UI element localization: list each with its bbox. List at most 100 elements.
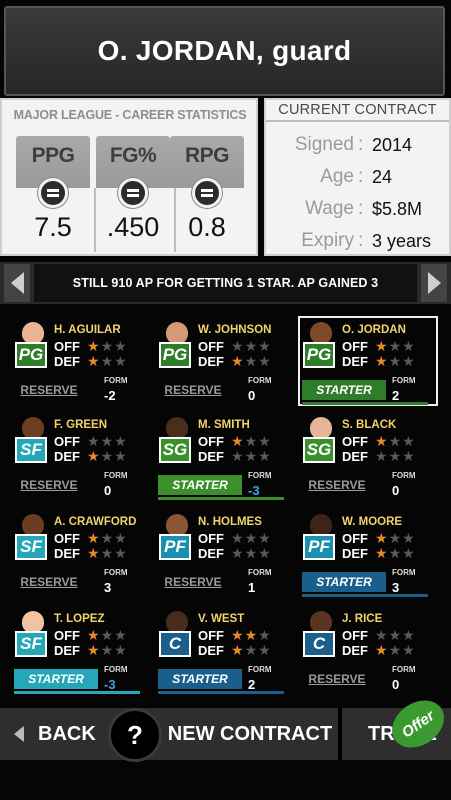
star-icon: ★ <box>375 448 389 464</box>
ap-banner: STILL 910 AP FOR GETTING 1 STAR. AP GAIN… <box>0 262 451 304</box>
player-card[interactable]: PG H. AGUILAR OFF DEF ★★★ ★★★ RESERVE FORM -2 <box>12 318 152 408</box>
form-value: -3 <box>248 483 260 498</box>
position-badge: SG <box>159 437 191 463</box>
def-rating-stars: ★★★ <box>87 449 128 463</box>
star-icon: ★ <box>258 545 272 561</box>
player-name: V. WEST <box>198 613 245 625</box>
arrow-right-icon <box>427 272 441 294</box>
career-stats-panel: MAJOR LEAGUE - CAREER STATISTICS PPG 7.5… <box>0 98 258 256</box>
contract-title: CURRENT CONTRACT <box>266 100 449 122</box>
reserve-button[interactable]: RESERVE <box>15 475 83 495</box>
reserve-button[interactable]: RESERVE <box>159 380 227 400</box>
star-icon: ★ <box>258 530 272 546</box>
contract-key: Age <box>320 166 354 187</box>
star-icon: ★ <box>402 448 416 464</box>
starter-button[interactable]: STARTER <box>302 572 386 592</box>
player-card[interactable]: SF T. LOPEZ OFF DEF ★★★ ★★★ STARTER FORM -3 <box>12 607 152 697</box>
def-rating-stars: ★★★ <box>87 643 128 657</box>
player-header: O. JORDAN, guard <box>4 6 445 96</box>
star-icon: ★ <box>114 545 128 561</box>
player-name: H. AGUILAR <box>54 324 121 336</box>
player-card[interactable]: SF A. CRAWFORD OFF DEF ★★★ ★★★ RESERVE FORM 3 <box>12 510 152 600</box>
back-arrow-icon <box>14 726 24 742</box>
star-icon: ★ <box>114 530 128 546</box>
form-value: 0 <box>392 677 400 692</box>
star-icon: ★ <box>87 448 101 464</box>
player-card[interactable]: SG S. BLACK OFF DEF ★★★ ★★★ RESERVE FORM 0 <box>300 413 440 503</box>
player-card[interactable]: PF N. HOLMES OFF DEF ★★★ ★★★ RESERVE FORM 1 <box>156 510 296 600</box>
starter-button[interactable]: STARTER <box>14 669 98 689</box>
contract-row-age: Age: 24 <box>272 162 450 192</box>
help-button[interactable]: ? <box>108 708 162 762</box>
player-card[interactable]: C J. RICE OFF DEF ★★★ ★★★ RESERVE FORM 0 <box>300 607 440 697</box>
player-card[interactable]: PG O. JORDAN OFF DEF ★★★ ★★★ STARTER FORM 2 <box>298 316 438 406</box>
star-icon: ★ <box>87 642 101 658</box>
star-icon: ★ <box>375 545 389 561</box>
def-label: DEF <box>342 643 368 658</box>
star-icon: ★ <box>100 448 115 464</box>
player-avatar <box>310 611 332 633</box>
star-icon: ★ <box>231 545 245 561</box>
position-badge: SF <box>15 534 47 560</box>
star-icon: ★ <box>244 642 259 658</box>
player-name: A. CRAWFORD <box>54 516 137 528</box>
off-rating-stars: ★★★ <box>87 339 128 353</box>
contract-row-expiry: Expiry: 3 years <box>272 226 450 256</box>
def-label: DEF <box>342 546 368 561</box>
starter-button[interactable]: STARTER <box>158 475 242 495</box>
arrow-left-icon <box>10 272 24 294</box>
player-avatar <box>22 322 44 344</box>
star-icon: ★ <box>258 627 272 643</box>
def-label: DEF <box>54 546 80 561</box>
form-label: FORM <box>248 376 272 385</box>
player-card[interactable]: SG M. SMITH OFF DEF ★★★ ★★★ STARTER FORM -3 <box>156 413 296 503</box>
star-icon: ★ <box>231 530 245 546</box>
star-icon: ★ <box>375 338 389 354</box>
starter-button[interactable]: STARTER <box>302 380 386 400</box>
star-icon: ★ <box>114 642 128 658</box>
back-label: BACK <box>38 722 96 745</box>
def-label: DEF <box>54 643 80 658</box>
reserve-button[interactable]: RESERVE <box>159 572 227 592</box>
reserve-button[interactable]: RESERVE <box>15 380 83 400</box>
form-label: FORM <box>392 376 416 385</box>
off-rating-stars: ★★★ <box>231 628 272 642</box>
reserve-button[interactable]: RESERVE <box>15 572 83 592</box>
player-card[interactable]: SF F. GREEN OFF DEF ★★★ ★★★ RESERVE FORM 0 <box>12 413 152 503</box>
off-label: OFF <box>198 339 224 354</box>
off-rating-stars: ★★★ <box>375 628 416 642</box>
player-avatar <box>166 514 188 536</box>
def-rating-stars: ★★★ <box>375 546 416 560</box>
reserve-button[interactable]: RESERVE <box>303 669 371 689</box>
player-card[interactable]: PG W. JOHNSON OFF DEF ★★★ ★★★ RESERVE FORM 0 <box>156 318 296 408</box>
star-icon: ★ <box>87 545 101 561</box>
starter-button[interactable]: STARTER <box>158 669 242 689</box>
star-icon: ★ <box>258 433 272 449</box>
stat-label: FG% <box>109 144 157 167</box>
previous-player-button[interactable] <box>4 264 30 302</box>
stat-value: 7.5 <box>34 212 72 242</box>
position-badge: SF <box>15 437 47 463</box>
star-icon: ★ <box>258 448 272 464</box>
next-player-button[interactable] <box>421 264 447 302</box>
reserve-button[interactable]: RESERVE <box>303 475 371 495</box>
player-card[interactable]: PF W. MOORE OFF DEF ★★★ ★★★ STARTER FORM 3 <box>300 510 440 600</box>
starter-underline <box>302 594 428 597</box>
star-icon: ★ <box>388 530 403 546</box>
star-icon: ★ <box>231 433 245 449</box>
form-label: FORM <box>104 376 128 385</box>
player-name: J. RICE <box>342 613 383 625</box>
form-value: 2 <box>392 388 400 403</box>
new-contract-button[interactable]: NEW CONTRACT <box>166 710 334 758</box>
question-icon: ? <box>127 719 143 750</box>
back-button[interactable]: BACK <box>4 710 114 758</box>
player-avatar <box>22 514 44 536</box>
page-title: O. JORDAN, guard <box>97 35 352 66</box>
stat-ppg: PPG 7.5 <box>16 136 96 254</box>
def-rating-stars: ★★★ <box>231 643 272 657</box>
star-icon: ★ <box>100 338 115 354</box>
form-label: FORM <box>392 568 416 577</box>
player-card[interactable]: C V. WEST OFF DEF ★★★ ★★★ STARTER FORM 2 <box>156 607 296 697</box>
form-label: FORM <box>392 665 416 674</box>
form-value: 0 <box>392 483 400 498</box>
